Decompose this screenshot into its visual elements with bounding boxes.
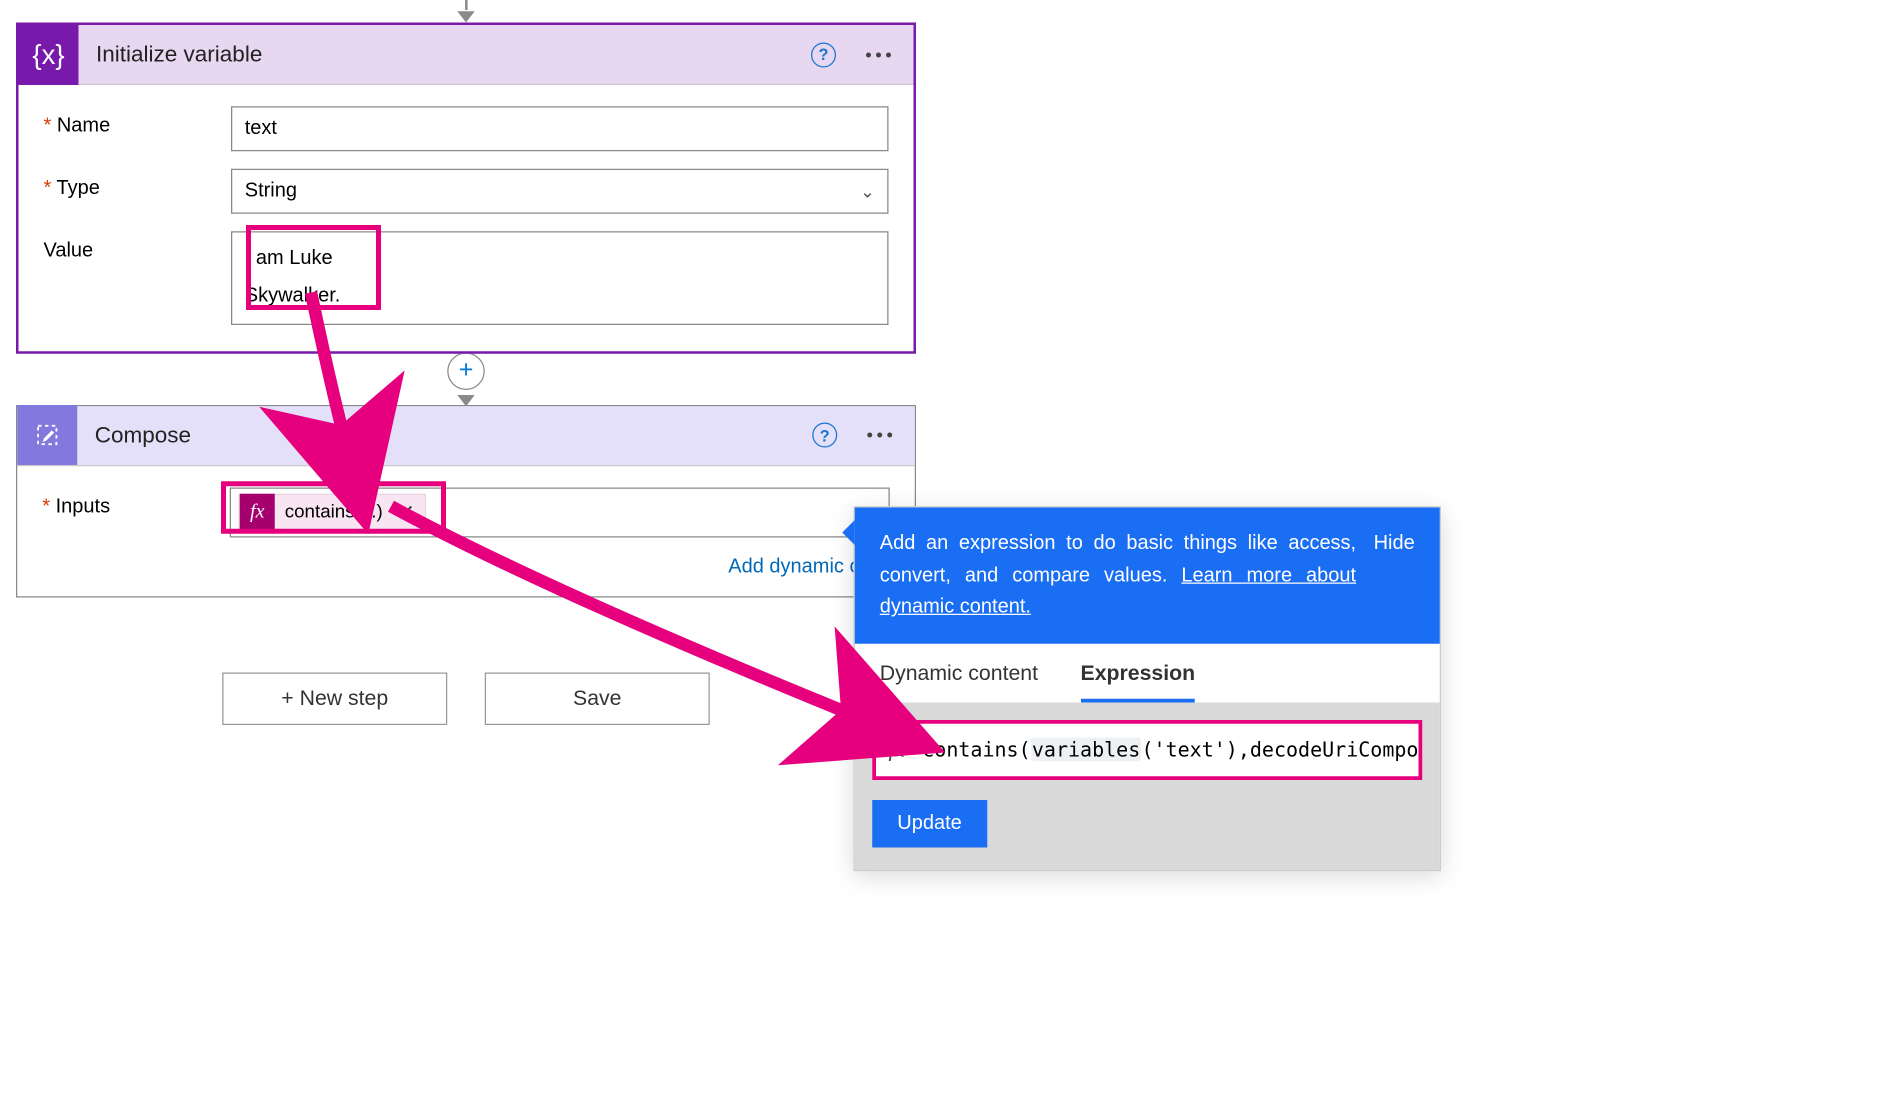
fx-icon: fx (889, 737, 923, 763)
compose-card[interactable]: Compose ? Inputs fx contains(...) ✕ (16, 405, 916, 598)
type-label: Type (44, 169, 232, 200)
token-label: contains(...) (285, 502, 383, 523)
more-icon[interactable] (867, 433, 892, 438)
value-input[interactable]: I am Luke Skywalker. (231, 231, 889, 324)
update-button[interactable]: Update (872, 800, 986, 848)
value-label: Value (44, 231, 232, 262)
tab-dynamic-content[interactable]: Dynamic content (880, 661, 1038, 702)
save-button[interactable]: Save (485, 672, 710, 725)
name-input[interactable]: text (231, 106, 889, 151)
inputs-field[interactable]: fx contains(...) ✕ (230, 487, 890, 537)
type-select[interactable]: String ⌄ (231, 169, 889, 214)
initialize-variable-card[interactable]: {x} Initialize variable ? Name text Type… (16, 23, 916, 354)
inputs-label: Inputs (42, 487, 230, 518)
new-step-button[interactable]: + New step (222, 672, 447, 725)
help-icon[interactable]: ? (812, 423, 837, 448)
tab-expression[interactable]: Expression (1081, 661, 1196, 702)
close-icon[interactable]: ✕ (393, 500, 415, 525)
plus-icon: + (459, 357, 474, 386)
expression-token[interactable]: fx contains(...) ✕ (239, 493, 426, 531)
variable-icon-glyph: {x} (32, 38, 64, 71)
hide-button[interactable]: Hide (1374, 528, 1415, 624)
compose-icon (17, 405, 77, 465)
connector-arrow-top (451, 0, 481, 23)
expression-panel: Add an expression to do basic things lik… (854, 506, 1442, 871)
card-header[interactable]: {x} Initialize variable ? (19, 25, 914, 85)
add-dynamic-content-link[interactable]: Add dynamic cont (17, 546, 915, 596)
expression-help-text: Add an expression to do basic things lik… (880, 528, 1356, 624)
add-step-connector[interactable]: + (16, 352, 916, 406)
expression-input[interactable]: fx contains(variables('text'),decodeUriC… (872, 720, 1422, 780)
card-title: Compose (77, 422, 812, 448)
name-label: Name (44, 106, 232, 137)
card-header[interactable]: Compose ? (17, 406, 915, 466)
help-icon[interactable]: ? (811, 42, 836, 67)
more-icon[interactable] (866, 52, 891, 57)
card-title: Initialize variable (79, 41, 812, 67)
variable-icon: {x} (19, 24, 79, 84)
chevron-down-icon: ⌄ (860, 181, 875, 202)
fx-icon: fx (240, 493, 275, 531)
